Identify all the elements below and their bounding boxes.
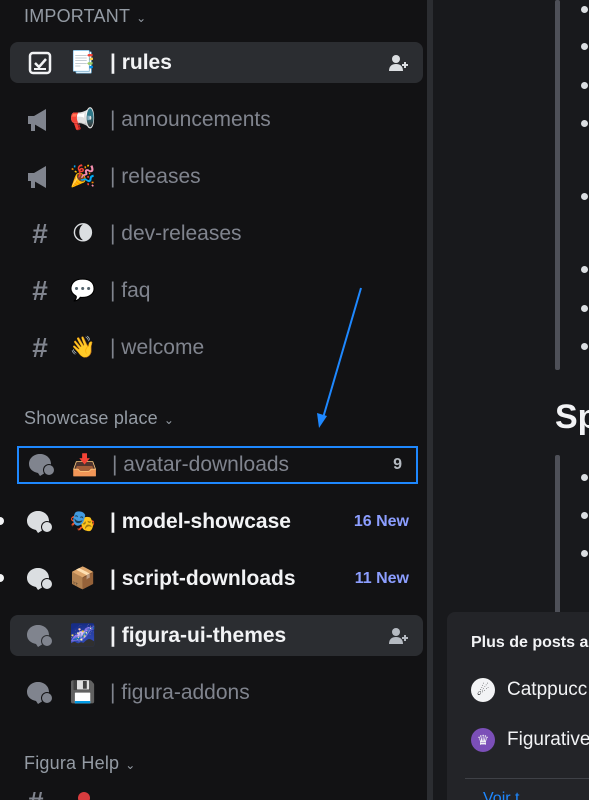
- bullet: [581, 43, 588, 50]
- avatar-icon: ♛: [471, 728, 495, 752]
- forum-icon: [20, 680, 60, 706]
- forum-icon: [20, 566, 60, 592]
- post-title: Catppucc: [507, 679, 588, 700]
- hash-icon: #: [32, 331, 48, 363]
- channel-emoji: 🌌: [69, 624, 97, 647]
- channel-avatar-downloads[interactable]: 📥 | avatar-downloads 9: [17, 446, 418, 484]
- emoji-partial: [78, 792, 90, 800]
- category-figura-help[interactable]: Figura Help ⌄: [24, 753, 136, 774]
- channel-emoji: 💾: [69, 681, 97, 704]
- channel-emoji: 💬: [69, 279, 97, 302]
- new-posts-badge: 11 New: [354, 569, 409, 587]
- section-heading: Sp: [555, 398, 589, 436]
- forum-icon: [20, 509, 60, 535]
- post-link[interactable]: ♛ Figurative: [471, 728, 589, 752]
- channel-partial[interactable]: #: [28, 790, 148, 800]
- category-label: Showcase place: [24, 408, 158, 428]
- forum-icon: [20, 623, 60, 649]
- post-count-badge: 9: [393, 456, 402, 473]
- see-all-link[interactable]: Voir t: [483, 790, 519, 800]
- channel-name: | rules: [110, 50, 172, 74]
- bullet: [581, 193, 588, 200]
- unread-indicator: [0, 517, 4, 525]
- bullet: [581, 82, 588, 89]
- channel-emoji: 📦: [69, 567, 97, 590]
- bullet: [581, 266, 588, 273]
- bullet: [581, 343, 588, 350]
- channel-dev-releases[interactable]: # 🌘 | dev-releases: [10, 213, 423, 254]
- channel-emoji: 🎉: [69, 165, 97, 188]
- channel-name: | avatar-downloads: [112, 453, 290, 476]
- channel-emoji: 👋: [69, 336, 97, 359]
- hash-icon: #: [32, 274, 48, 306]
- megaphone-icon: [20, 107, 60, 133]
- card-title: Plus de posts a: [471, 634, 589, 651]
- post-title: Figurative: [507, 729, 589, 750]
- chevron-down-icon: ⌄: [163, 412, 175, 427]
- channel-name: | model-showcase: [110, 509, 291, 533]
- add-member-icon[interactable]: [387, 42, 409, 83]
- chevron-down-icon: ⌄: [136, 10, 147, 25]
- channel-releases[interactable]: 🎉 | releases: [10, 156, 423, 197]
- quote-bar: [555, 455, 560, 615]
- bullet: [581, 6, 588, 13]
- checkbox-rules-icon: [20, 50, 60, 76]
- add-member-icon[interactable]: [387, 615, 409, 656]
- bullet: [581, 550, 588, 557]
- channel-name: | welcome: [110, 335, 205, 359]
- megaphone-icon: [20, 164, 60, 190]
- forum-post-pane: Sp Plus de posts a ☄ Catppucc ♛ Figurati…: [433, 0, 589, 800]
- quote-bar: [555, 0, 560, 370]
- hash-icon: #: [28, 790, 44, 800]
- channel-announcements[interactable]: 📢 | announcements: [10, 99, 423, 140]
- channel-script-downloads[interactable]: 📦 | script-downloads 11 New: [10, 558, 423, 599]
- channel-emoji: 📑: [69, 51, 97, 74]
- bullet: [581, 120, 588, 127]
- hash-icon: #: [32, 217, 48, 249]
- channel-figura-addons[interactable]: 💾 | figura-addons: [10, 672, 423, 713]
- more-posts-card: Plus de posts a ☄ Catppucc ♛ Figurative …: [447, 612, 589, 800]
- channel-name: | dev-releases: [110, 221, 242, 245]
- bullet: [581, 512, 588, 519]
- category-label: IMPORTANT: [24, 6, 131, 26]
- channel-name: | script-downloads: [110, 566, 296, 590]
- channel-rules[interactable]: 📑 | rules: [10, 42, 423, 83]
- channel-emoji: 🎭: [69, 510, 97, 533]
- channel-sidebar: IMPORTANT ⌄ 📑 | rules 📢 | announcements …: [0, 0, 427, 800]
- new-posts-badge: 16 New: [353, 512, 409, 530]
- category-label: Figura Help: [24, 753, 120, 773]
- avatar-icon: ☄: [471, 678, 495, 702]
- channel-welcome[interactable]: # 👋 | welcome: [10, 327, 423, 368]
- chevron-down-icon: ⌄: [125, 757, 136, 772]
- channel-emoji: 📥: [71, 453, 99, 477]
- bullet: [581, 305, 588, 312]
- post-link[interactable]: ☄ Catppucc: [471, 678, 587, 702]
- channel-faq[interactable]: # 💬 | faq: [10, 270, 423, 311]
- category-showcase-place[interactable]: Showcase place ⌄: [24, 408, 174, 429]
- unread-indicator: [0, 574, 4, 582]
- channel-name: | faq: [110, 278, 151, 302]
- channel-emoji: 🌘: [72, 222, 94, 245]
- channel-name: | announcements: [110, 107, 271, 131]
- category-important[interactable]: IMPORTANT ⌄: [24, 6, 146, 27]
- bullet: [581, 474, 588, 481]
- channel-name: | figura-ui-themes: [110, 623, 287, 647]
- channel-figura-ui-themes[interactable]: 🌌 | figura-ui-themes: [10, 615, 423, 656]
- channel-model-showcase[interactable]: 🎭 | model-showcase 16 New: [10, 501, 423, 542]
- channel-emoji: 📢: [69, 108, 97, 131]
- divider: [465, 778, 589, 779]
- channel-name: | figura-addons: [110, 680, 250, 704]
- forum-icon: [22, 452, 62, 478]
- channel-name: | releases: [110, 164, 201, 188]
